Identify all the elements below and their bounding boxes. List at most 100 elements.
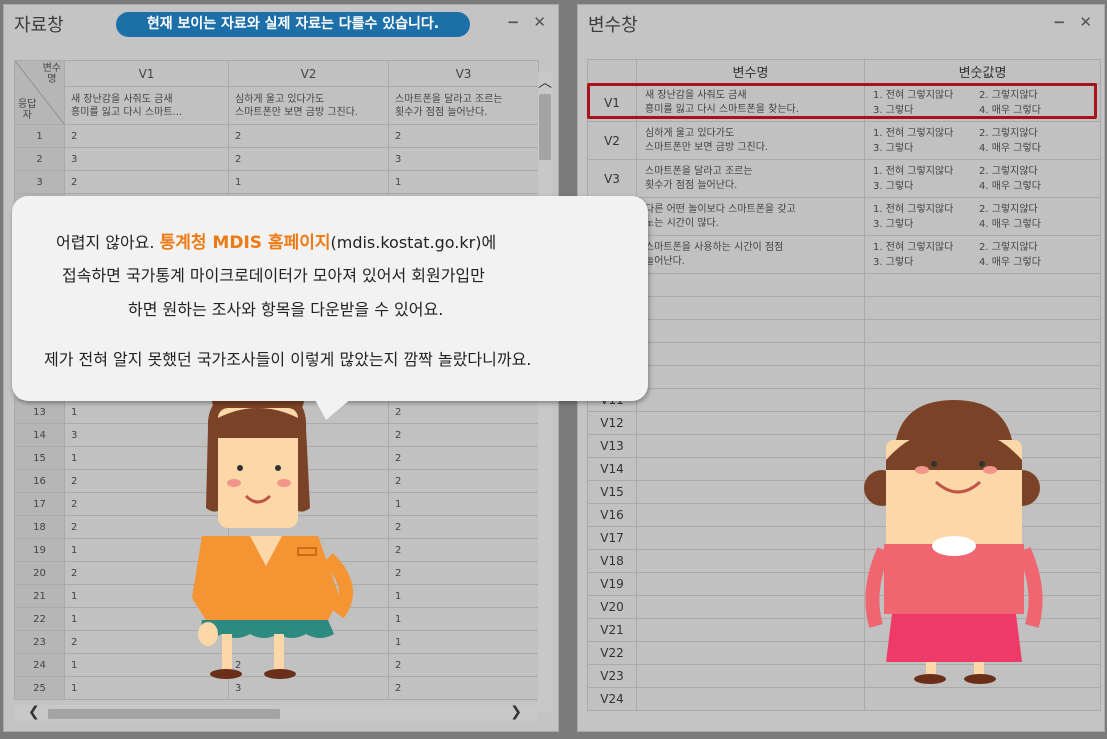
variable-desc-line: 심하게 울고 있다가도 [645, 127, 735, 139]
data-cell[interactable]: 2 [388, 446, 539, 470]
variable-row[interactable]: V4다른 어떤 놀이보다 스마트폰을 갖고노는 시간이 많다.1. 전혀 그렇지… [587, 197, 1101, 236]
variable-row[interactable]: V8 [587, 319, 1101, 343]
girl-illustration [192, 388, 353, 679]
value-label: 3. 그렇다 [873, 142, 914, 154]
data-cell[interactable]: 2 [388, 124, 539, 148]
minimize-icon[interactable]: − [507, 13, 520, 31]
column-desc-line: 심하게 울고 있다가도 [235, 93, 325, 105]
variable-row[interactable]: V6 [587, 273, 1101, 297]
column-desc-line: 새 장난감을 사줘도 금새 [71, 93, 173, 105]
data-cell[interactable]: 2 [388, 561, 539, 585]
variable-row[interactable]: V2 심하게 울고 있다가도 스마트폰만 보면 금방 그친다. 1. 전혀 그렇지않다… [587, 121, 1101, 160]
value-label: 4. 매우 그렇다 [979, 180, 1041, 192]
variable-values [864, 319, 1101, 343]
data-window-controls: − ✕ [493, 13, 546, 31]
data-cell[interactable]: 2 [388, 653, 539, 677]
variable-desc [636, 273, 865, 297]
value-label: 2. 그렇지않다 [979, 241, 1038, 253]
variable-desc [636, 595, 865, 619]
data-cell[interactable]: 1 [388, 607, 539, 631]
data-cell[interactable]: 2 [388, 538, 539, 562]
data-cell[interactable]: 2 [388, 515, 539, 539]
value-label: 3. 그렇다 [873, 218, 914, 230]
data-cell[interactable]: 2 [388, 676, 539, 700]
data-cell[interactable]: 2 [228, 124, 389, 148]
data-cell[interactable]: 2 [388, 469, 539, 493]
variable-row[interactable]: V9 [587, 342, 1101, 366]
value-label: 3. 그렇다 [873, 256, 914, 268]
column-desc-v3: 스마트폰을 달라고 조르는 횟수가 점점 늘어난다. [388, 86, 539, 125]
variable-desc [636, 434, 865, 458]
variable-row[interactable]: V24 [587, 687, 1101, 711]
data-cell[interactable]: 1 [388, 170, 539, 194]
variable-id: V14 [587, 457, 637, 481]
row-number: 13 [14, 400, 65, 424]
data-cell[interactable]: 1 [228, 170, 389, 194]
scroll-right-icon[interactable]: ❯ [510, 704, 522, 720]
variable-desc [636, 411, 865, 435]
bubble-text: 어렵지 않아요. [56, 233, 160, 252]
variable-id: V2 [587, 121, 637, 160]
close-icon[interactable]: ✕ [1079, 13, 1092, 31]
scroll-left-icon[interactable]: ❮ [28, 704, 40, 720]
variable-desc-line: 횟수가 점점 늘어난다. [645, 179, 738, 191]
variable-desc [636, 365, 865, 389]
row-number: 25 [14, 676, 65, 700]
close-icon[interactable]: ✕ [533, 13, 546, 31]
variable-id: V18 [587, 549, 637, 573]
data-cell[interactable]: 2 [388, 400, 539, 424]
value-label: 1. 전혀 그렇지않다 [873, 203, 954, 215]
variable-desc: 스마트폰을 달라고 조르는횟수가 점점 늘어난다. [636, 159, 865, 198]
scroll-thumb[interactable] [539, 94, 551, 160]
mdis-highlight: 통계청 MDIS 홈페이지 [159, 233, 331, 253]
variable-desc [636, 549, 865, 573]
variable-desc [636, 687, 865, 711]
variable-id: V15 [587, 480, 637, 504]
variable-desc-line: 스마트폰을 사용하는 시간이 점점 [645, 241, 784, 253]
table-row[interactable]: 2323 [14, 147, 539, 171]
variable-id: V21 [587, 618, 637, 642]
data-cell[interactable]: 3 [388, 147, 539, 171]
variable-desc [636, 618, 865, 642]
data-cell[interactable]: 2 [64, 124, 229, 148]
value-label: 2. 그렇지않다 [979, 203, 1038, 215]
scroll-thumb-horizontal[interactable] [48, 709, 280, 719]
column-header-v3[interactable]: V3 [388, 60, 539, 87]
variable-id: V13 [587, 434, 637, 458]
data-cell[interactable]: 1 [388, 584, 539, 608]
row-number: 17 [14, 492, 65, 516]
column-header-v2[interactable]: V2 [228, 60, 389, 87]
row-number: 3 [14, 170, 65, 194]
bubble-line-2: 접속하면 국가통계 마이크로데이터가 모아져 있어서 회원가입만 [62, 266, 485, 285]
data-cell[interactable]: 1 [388, 630, 539, 654]
variable-row[interactable]: V7 [587, 296, 1101, 320]
variable-desc: 심하게 울고 있다가도 스마트폰만 보면 금방 그친다. [636, 121, 865, 160]
variable-row[interactable]: V5스마트폰을 사용하는 시간이 점점늘어난다.1. 전혀 그렇지않다2. 그렇… [587, 235, 1101, 274]
variable-row[interactable]: V10 [587, 365, 1101, 389]
value-labels: 1. 전혀 그렇지않다 2. 그렇지않다 3. 그렇다 4. 매우 그렇다 [873, 202, 1092, 232]
variable-values: 1. 전혀 그렇지않다 2. 그렇지않다 3. 그렇다 4. 매우 그렇다 [864, 235, 1101, 274]
horizontal-scrollbar[interactable]: ❮ ❯ [14, 704, 538, 721]
variable-header-blank [587, 59, 637, 84]
variable-id: V20 [587, 595, 637, 619]
variable-values: 1. 전혀 그렇지않다 2. 그렇지않다 3. 그렇다 4. 매우 그렇다 [864, 121, 1101, 160]
row-number: 18 [14, 515, 65, 539]
data-cell[interactable]: 2 [388, 423, 539, 447]
table-row[interactable]: 1222 [14, 124, 539, 148]
value-label: 4. 매우 그렇다 [979, 218, 1041, 230]
corner-label-variable-2: 명 [47, 74, 57, 85]
data-cell[interactable]: 3 [64, 147, 229, 171]
minimize-icon[interactable]: − [1053, 13, 1066, 31]
data-cell[interactable]: 2 [64, 170, 229, 194]
variable-desc-line: 스마트폰을 달라고 조르는 [645, 165, 753, 177]
data-cell[interactable]: 2 [228, 147, 389, 171]
column-header-v1[interactable]: V1 [64, 60, 229, 87]
scroll-up-icon[interactable]: ︿ [538, 72, 552, 92]
variable-row[interactable]: V3 스마트폰을 달라고 조르는 횟수가 점점 늘어난다. 1. 전혀 그렇지않다 2.… [587, 159, 1101, 198]
bubble-line-4: 제가 전혀 알지 못했던 국가조사들이 이렇게 많았는지 깜짝 놀랐다니까요. [44, 350, 532, 369]
table-row[interactable]: 3211 [14, 170, 539, 194]
variable-desc [636, 296, 865, 320]
data-cell[interactable]: 1 [388, 492, 539, 516]
speech-bubble: 어렵지 않아요. 통계청 MDIS 홈페이지(mdis.kostat.go.kr… [12, 196, 648, 420]
bubble-tail [314, 398, 352, 420]
